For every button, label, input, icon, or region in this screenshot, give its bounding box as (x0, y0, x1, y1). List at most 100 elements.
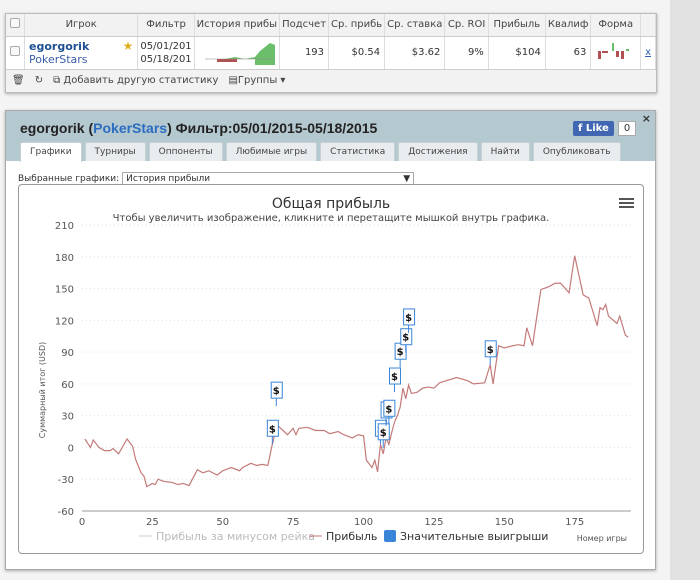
col-avg-stake[interactable]: Ср. ставка (384, 14, 446, 37)
dropdown-arrow-icon: ▼ (403, 173, 411, 184)
y-axis-label: Суммарный итог (USD) (38, 342, 47, 439)
big-win-flag-label: $ (269, 424, 276, 435)
big-win-flag-label: $ (391, 372, 398, 383)
chart-container[interactable]: Общая прибыль Чтобы увеличить изображени… (18, 184, 644, 554)
profit-chart[interactable]: Общая прибыль Чтобы увеличить изображени… (19, 185, 643, 553)
tab-4[interactable]: Статистика (320, 142, 396, 161)
x-axis-label: Номер игры (577, 534, 627, 543)
tab-7[interactable]: Опубликовать (532, 142, 621, 161)
legend-rake-label: Прибыль за минусом рейка (156, 530, 315, 543)
legend-profit-label: Прибыль (326, 530, 377, 543)
panel-title: egorgorik (PokerStars) Фильтр:05/01/2015… (20, 120, 378, 136)
col-player[interactable]: Игрок (24, 14, 139, 37)
trash-icon[interactable]: 🗑 (12, 75, 25, 86)
refresh-icon[interactable]: ↻ (35, 75, 43, 86)
facebook-icon: f (578, 123, 583, 134)
profit-sparkline (205, 43, 276, 65)
legend-flags[interactable]: Значительные выигрыши (384, 530, 548, 543)
player-panel: egorgorik (PokerStars) Фильтр:05/01/2015… (5, 110, 656, 570)
remove-link[interactable]: x (645, 47, 651, 58)
like-count: 0 (617, 121, 637, 136)
menu-icon[interactable] (619, 198, 634, 208)
y-tick-label: 60 (61, 380, 74, 391)
chart-title: Общая прибыль (272, 196, 390, 212)
y-tick-label: -30 (58, 475, 74, 486)
profit-line (84, 255, 629, 488)
copy-icon: ⧉ (53, 75, 61, 86)
chart-subtitle: Чтобы увеличить изображение, кликните и … (113, 213, 550, 224)
groups-icon: ▤ (228, 75, 238, 86)
x-tick-label: 100 (354, 517, 373, 528)
add-stat-button[interactable]: ⧉ Добавить другую статистику (53, 75, 218, 86)
big-win-flag-label: $ (397, 347, 404, 358)
col-avg-roi[interactable]: Ср. ROI (444, 14, 489, 37)
panel-site-link[interactable]: PokerStars (93, 120, 167, 136)
col-qual[interactable]: Квалиф (545, 14, 592, 37)
x-tick-label: 75 (287, 517, 300, 528)
page-side-strip (670, 0, 700, 580)
legend-profit[interactable]: Прибыль (309, 530, 377, 543)
y-tick-label: 180 (55, 253, 74, 264)
medal-icon: ★ (122, 38, 134, 53)
x-tick-label: 25 (146, 517, 159, 528)
filter-from: 05/01/201 (140, 40, 192, 52)
col-count[interactable]: Подсчет (279, 14, 330, 37)
y-tick-label: -60 (58, 507, 74, 518)
stats-table-panel: Игрок Фильтр История прибы Подсчет Ср. п… (5, 13, 657, 93)
big-win-flag-label: $ (405, 313, 412, 324)
groups-label: Группы (237, 75, 278, 86)
stats-table: Игрок Фильтр История прибы Подсчет Ср. п… (6, 14, 656, 70)
x-tick-label: 0 (79, 517, 85, 528)
y-tick-label: 120 (55, 316, 74, 327)
select-label: Выбранные графики: (18, 173, 120, 184)
filter-to: 05/18/201 (140, 53, 192, 65)
col-history[interactable]: История прибы (194, 14, 281, 37)
count-value: 193 (279, 36, 330, 70)
col-filter[interactable]: Фильтр (137, 14, 195, 37)
like-label: Like (585, 123, 609, 134)
legend-flags-label: Значительные выигрыши (400, 530, 548, 543)
tab-0[interactable]: Графики (20, 142, 82, 162)
profit-value: $104 (488, 36, 546, 70)
select-all-checkbox[interactable] (10, 18, 20, 29)
col-profit[interactable]: Прибыль (488, 14, 546, 37)
panel-filter: Фильтр:05/01/2015-05/18/2015 (175, 120, 378, 136)
big-win-flag-label: $ (385, 404, 392, 415)
player-site-link[interactable]: PokerStars (29, 53, 133, 66)
y-tick-label: 150 (55, 285, 74, 296)
avg-profit-value: $0.54 (328, 36, 386, 70)
panel-player: egorgorik (20, 120, 85, 136)
chart-select-value: История прибыли (126, 173, 211, 184)
form-sparkline (598, 43, 630, 59)
avg-roi-value: 9% (444, 36, 489, 70)
y-tick-label: 210 (55, 221, 74, 232)
col-form[interactable]: Форма (590, 14, 642, 37)
y-tick-label: 90 (61, 348, 74, 359)
big-win-flag-label: $ (402, 333, 409, 344)
groups-button[interactable]: ▤Группы ▾ (228, 75, 285, 86)
close-icon[interactable]: × (642, 112, 651, 125)
col-avg-profit[interactable]: Ср. прибь (328, 14, 386, 37)
x-tick-label: 150 (495, 517, 514, 528)
x-tick-label: 50 (216, 517, 229, 528)
facebook-like-button[interactable]: f Like (573, 121, 614, 136)
y-tick-label: 0 (68, 443, 74, 454)
big-win-flag-label: $ (273, 386, 280, 397)
big-win-flag-label: $ (380, 428, 387, 439)
row-checkbox[interactable] (10, 46, 20, 56)
tab-1[interactable]: Турниры (84, 142, 146, 161)
y-tick-label: 30 (61, 412, 74, 423)
tab-2[interactable]: Оппоненты (148, 142, 223, 161)
table-row: egorgorik PokerStars ★ 05/01/201 05/18/20… (6, 36, 656, 70)
big-win-flag-label: $ (487, 345, 494, 356)
x-tick-label: 175 (565, 517, 584, 528)
player-name-link[interactable]: egorgorik (29, 40, 133, 53)
tab-5[interactable]: Достижения (398, 142, 478, 161)
qual-value: 63 (545, 36, 592, 70)
avg-stake-value: $3.62 (384, 36, 446, 70)
x-tick-label: 125 (424, 517, 443, 528)
add-stat-label: Добавить другую статистику (63, 75, 219, 86)
tab-3[interactable]: Любимые игры (225, 142, 318, 161)
tab-6[interactable]: Найти (480, 142, 530, 161)
legend-rake[interactable]: Прибыль за минусом рейка (139, 530, 315, 543)
